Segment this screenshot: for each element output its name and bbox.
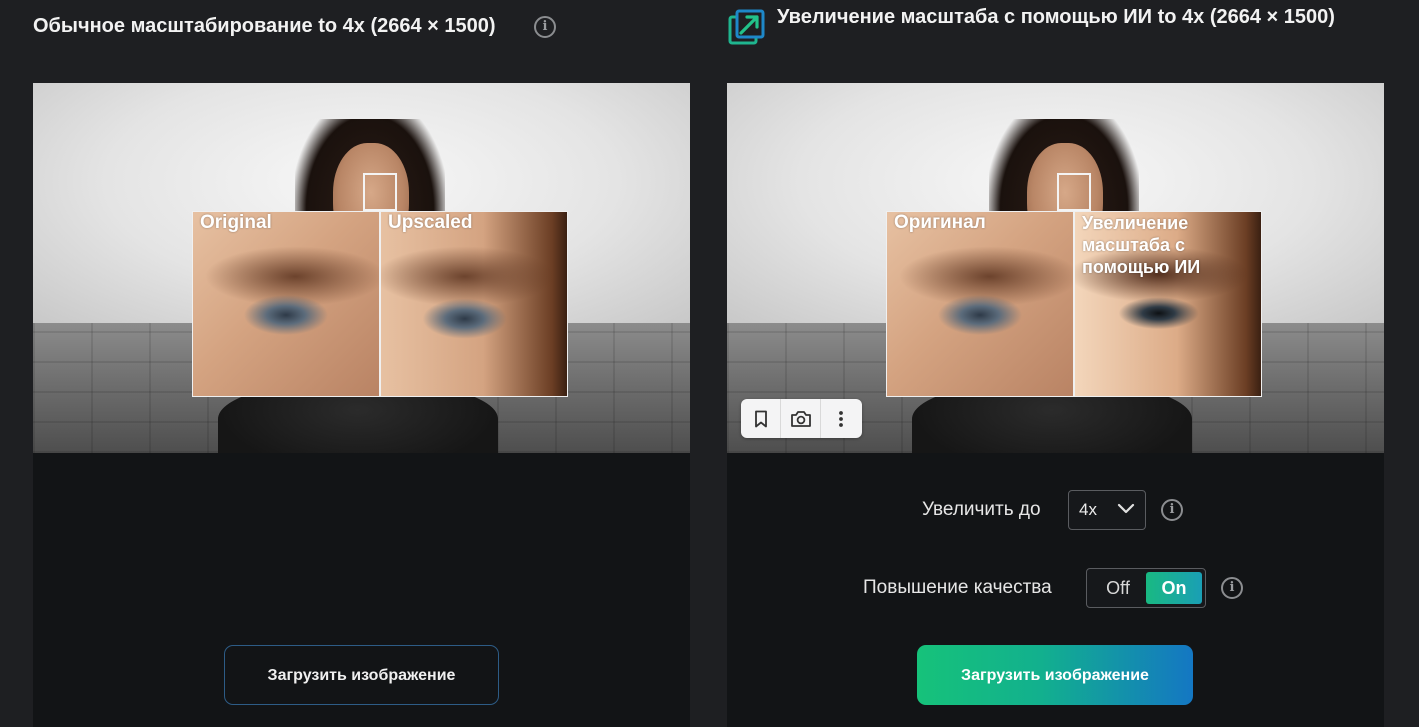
ai-upscale-panel: Увеличение масштаба с помощью ИИ to 4x (… — [727, 0, 1384, 727]
zoom-region-marker — [363, 173, 397, 211]
chevron-down-icon — [1117, 503, 1135, 514]
ai-upscale-logo-icon — [728, 9, 765, 45]
zoom-ai-upscaled-crop: Увеличение масштаба с помощью ИИ — [1074, 211, 1262, 397]
scale-label: Увеличить до — [922, 499, 1041, 520]
upload-image-button[interactable]: Загрузить изображение — [224, 645, 499, 705]
scale-select-value: 4x — [1079, 500, 1097, 519]
ai-upscale-title: Увеличение масштаба с помощью ИИ to 4x (… — [777, 6, 1335, 28]
zoom-original-label: Original — [200, 212, 272, 233]
enhance-toggle[interactable]: Off On — [1086, 568, 1206, 608]
zoom-region-marker — [1057, 173, 1091, 211]
more-vertical-icon — [839, 410, 843, 427]
enhance-on-option[interactable]: On — [1146, 572, 1202, 604]
ai-upload-image-button[interactable]: Загрузить изображение — [917, 645, 1193, 705]
screenshot-button[interactable] — [781, 399, 821, 438]
zoom-original-label: Оригинал — [894, 212, 986, 233]
standard-controls-area: Загрузить изображение — [33, 453, 690, 727]
camera-icon — [790, 410, 811, 427]
ai-preview-image: Оригинал Увеличение масштаба с помощью И… — [727, 83, 1384, 453]
zoom-upscaled-label: Upscaled — [388, 212, 473, 233]
image-toolbar — [741, 399, 862, 438]
enhance-off-option[interactable]: Off — [1090, 572, 1146, 604]
standard-upscale-panel: Обычное масштабирование to 4x (2664 × 15… — [33, 0, 690, 727]
enhance-info-icon[interactable]: i — [1221, 577, 1243, 599]
standard-upscale-title: Обычное масштабирование to 4x (2664 × 15… — [33, 15, 496, 37]
scale-info-icon[interactable]: i — [1161, 499, 1183, 521]
zoom-ai-upscaled-label: Увеличение масштаба с помощью ИИ — [1082, 213, 1201, 277]
more-options-button[interactable] — [821, 399, 861, 438]
enhance-label: Повышение качества — [863, 577, 1052, 598]
standard-preview-image: Original Upscaled — [33, 83, 690, 453]
scale-select[interactable]: 4x — [1068, 490, 1146, 530]
info-icon[interactable]: i — [534, 16, 556, 38]
bookmark-icon — [754, 410, 767, 427]
zoom-original-crop: Original — [192, 211, 380, 397]
zoom-original-crop: Оригинал — [886, 211, 1074, 397]
zoom-upscaled-crop: Upscaled — [380, 211, 568, 397]
bookmark-button[interactable] — [741, 399, 781, 438]
